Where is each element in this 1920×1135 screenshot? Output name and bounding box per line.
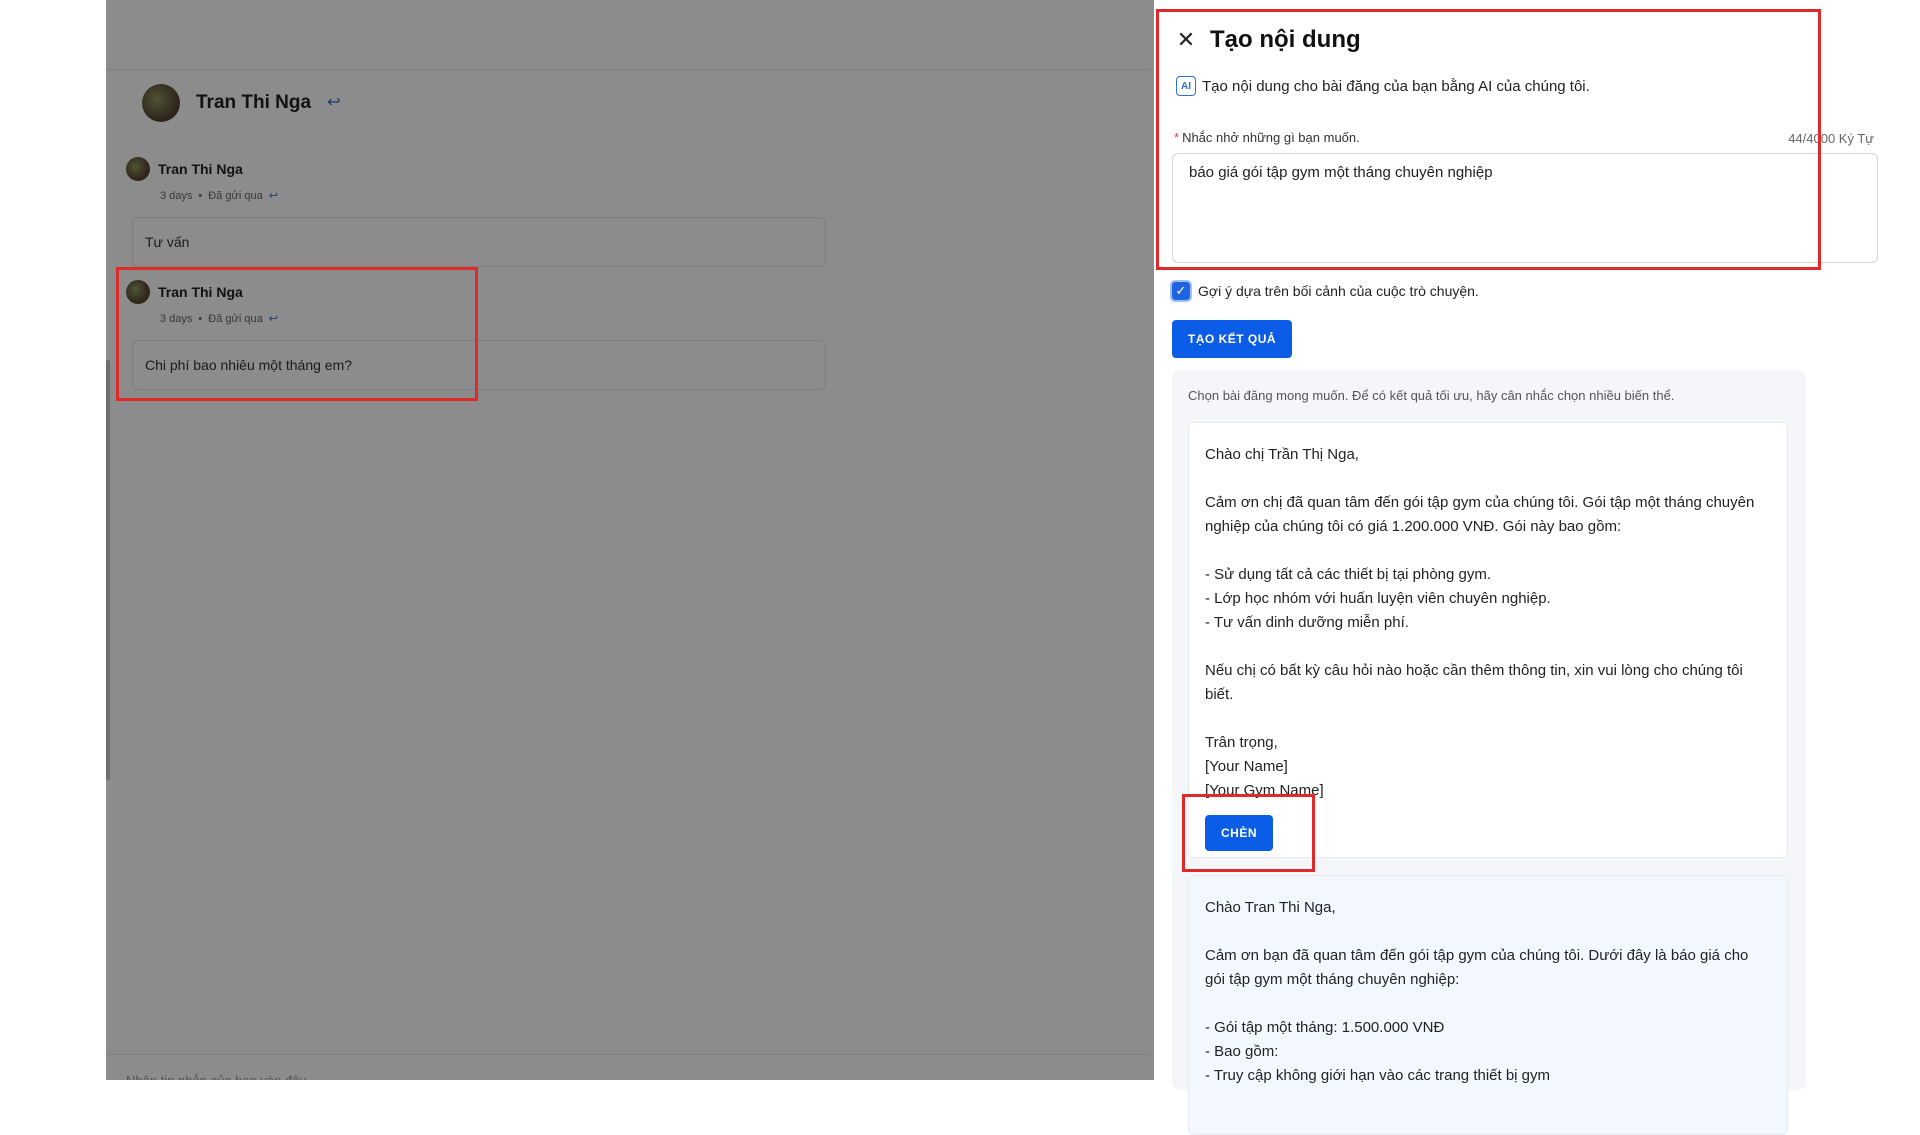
result-items: - Sử dụng tất cả các thiết bị tại phòng … — [1205, 566, 1551, 631]
required-marker: * — [1174, 130, 1180, 145]
result-intro: Cảm ơn chị đã quan tâm đến gói tập gym c… — [1205, 494, 1755, 535]
result-greeting: Chào Tran Thi Nga, — [1205, 899, 1336, 916]
prompt-input[interactable]: báo giá gói tập gym một tháng chuyên ngh… — [1172, 153, 1878, 263]
drawer-subtitle: AI Tạo nội dung cho bài đăng của bạn bằn… — [1176, 76, 1590, 96]
insert-button[interactable]: CHÈN — [1205, 815, 1273, 851]
results-hint: Chọn bài đăng mong muốn. Để có kết quả t… — [1188, 388, 1675, 403]
result-card[interactable]: Chào Tran Thi Nga, Cảm ơn bạn đã quan tâ… — [1188, 875, 1788, 1135]
close-icon[interactable]: ✕ — [1176, 27, 1196, 53]
drawer-title: Tạo nội dung — [1210, 26, 1361, 53]
generate-content-drawer: ✕ Tạo nội dung AI Tạo nội dung cho bài đ… — [1154, 0, 1920, 1135]
result-signoff: Trân trọng, [Your Name] [Your Gym Name] — [1205, 734, 1324, 799]
context-checkbox-row[interactable]: ✓ Gợi ý dựa trên bối cảnh của cuộc trò c… — [1170, 280, 1479, 302]
prompt-label: * Nhắc nhở những gì bạn muốn. — [1174, 130, 1360, 145]
context-checkbox[interactable]: ✓ — [1170, 280, 1192, 302]
context-checkbox-label[interactable]: Gợi ý dựa trên bối cảnh của cuộc trò chu… — [1198, 283, 1479, 299]
prompt-label-text: Nhắc nhở những gì bạn muốn. — [1182, 130, 1360, 145]
results-panel: Chọn bài đăng mong muốn. Để có kết quả t… — [1172, 370, 1806, 1135]
char-count: 44/4000 Ký Tự — [1788, 131, 1874, 146]
modal-backdrop[interactable] — [106, 0, 1154, 1080]
result-card[interactable]: Chào chị Trần Thị Nga, Cảm ơn chị đã qua… — [1188, 422, 1788, 858]
result-items: - Gói tập một tháng: 1.500.000 VNĐ - Bao… — [1205, 1019, 1551, 1084]
generate-results-button[interactable]: TẠO KẾT QUẢ — [1172, 320, 1292, 358]
result-intro: Cảm ơn bạn đã quan tâm đến gói tập gym c… — [1205, 947, 1749, 988]
result-greeting: Chào chị Trần Thị Nga, — [1205, 446, 1359, 463]
drawer-header: ✕ Tạo nội dung — [1176, 26, 1361, 54]
drawer-subtitle-text: Tạo nội dung cho bài đăng của bạn bằng A… — [1202, 77, 1590, 95]
result-closing: Nếu chị có bất kỳ câu hỏi nào hoặc cần t… — [1205, 662, 1743, 703]
ai-sparkle-icon: AI — [1176, 76, 1196, 96]
